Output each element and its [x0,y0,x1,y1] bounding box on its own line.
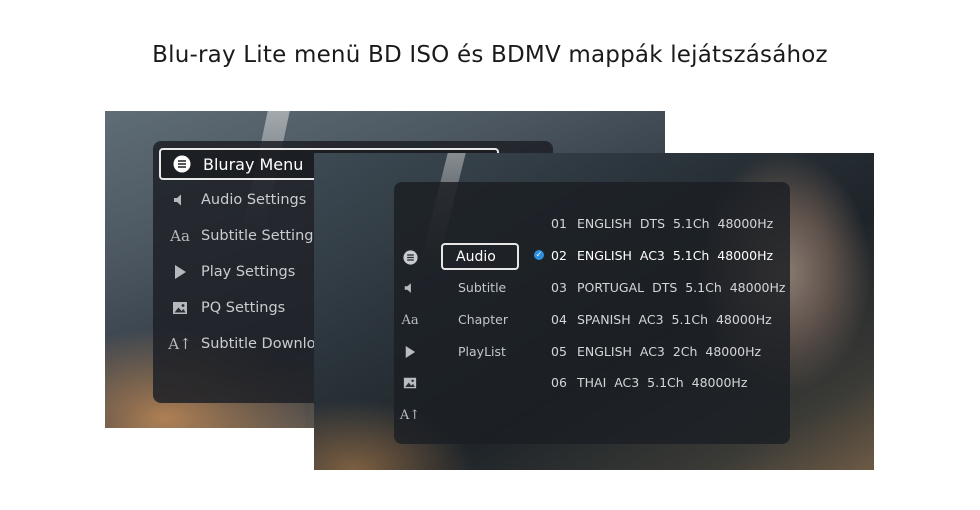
track-number: 01 [551,215,567,231]
menu-item-label: PQ Settings [201,300,286,316]
audio-track-row[interactable]: 06 THAI AC3 5.1Ch 48000Hz [534,372,747,392]
subtitle-icon: Aa [170,227,190,245]
track-number: 05 [551,343,567,359]
track-description: ENGLISH AC3 2Ch 48000Hz [577,343,762,359]
play-icon [169,264,191,280]
track-description: PORTUGAL DTS 5.1Ch 48000Hz [577,279,786,295]
selected-check-icon: ✓ [534,250,544,260]
track-description: SPANISH AC3 5.1Ch 48000Hz [577,311,772,327]
subtitle-icon[interactable]: Aa [401,312,418,328]
category-label: Chapter [458,312,508,327]
category-playlist[interactable]: PlayList [441,338,519,365]
selected-check-icon [534,377,544,387]
list-icon[interactable] [402,249,418,265]
track-number: 06 [551,374,567,390]
category-chapter[interactable]: Chapter [441,306,519,333]
audio-track-row[interactable]: 03 PORTUGAL DTS 5.1Ch 48000Hz [534,277,785,297]
selected-check-icon [534,314,544,324]
audio-track-row[interactable]: 01 ENGLISH DTS 5.1Ch 48000Hz [534,213,773,233]
track-description: ENGLISH DTS 5.1Ch 48000Hz [577,215,774,231]
audio-menu-panel: Aa A↑ Audio Subtitle Chapter PlayList 01… [394,182,790,444]
selected-check-icon [534,346,544,356]
menu-item-label: Subtitle Settings [201,228,322,244]
list-icon [171,155,193,173]
page-title: Blu-ray Lite menü BD ISO és BDMV mappák … [152,42,828,68]
menu-item-label: Play Settings [201,264,296,280]
track-number: 03 [551,279,567,295]
subtitle-download-icon: A↑ [168,335,192,353]
audio-menu-screenshot: Aa A↑ Audio Subtitle Chapter PlayList 01… [314,153,874,470]
audio-track-row[interactable]: 04 SPANISH AC3 5.1Ch 48000Hz [534,309,772,329]
category-subtitle[interactable]: Subtitle [441,274,519,301]
track-description: ENGLISH AC3 5.1Ch 48000Hz [577,247,774,263]
subtitle-download-icon[interactable]: A↑ [400,407,420,423]
menu-item-label: Audio Settings [201,192,307,208]
category-label: Audio [456,248,496,265]
menu-item-label: Bluray Menu [203,154,304,174]
play-icon[interactable] [402,344,418,360]
category-label: Subtitle [458,280,507,295]
selected-check-icon [534,282,544,292]
category-audio[interactable]: Audio [441,243,519,270]
audio-track-row[interactable]: ✓ 02 ENGLISH AC3 5.1Ch 48000Hz [534,245,773,265]
picture-icon [169,300,191,316]
category-label: PlayList [458,344,506,359]
audio-track-row[interactable]: 05 ENGLISH AC3 2Ch 48000Hz [534,341,761,361]
speaker-icon [169,192,191,208]
track-number: 02 [551,247,567,263]
track-number: 04 [551,311,567,327]
selected-check-icon [534,218,544,228]
track-description: THAI AC3 5.1Ch 48000Hz [577,374,748,390]
speaker-icon[interactable] [402,280,418,296]
picture-icon[interactable] [402,375,418,391]
